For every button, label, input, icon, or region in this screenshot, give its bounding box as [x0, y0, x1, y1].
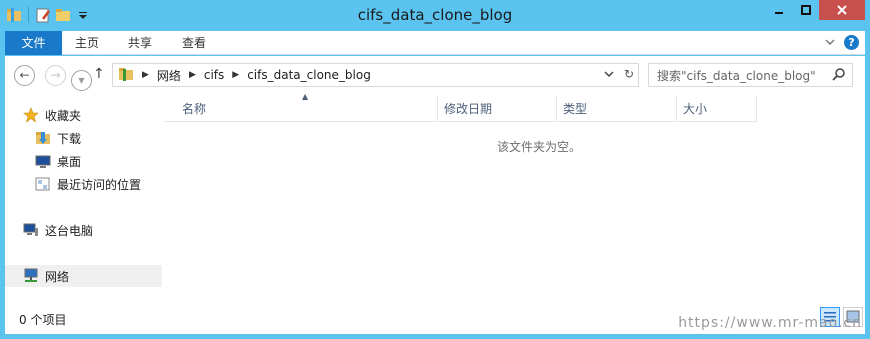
title-bar: cifs_data_clone_blog — [0, 0, 870, 31]
sidebar-item-network[interactable]: 网络 — [5, 265, 162, 287]
sidebar-item-label: 下载 — [57, 131, 82, 146]
watermark: https://www.mr-mao.cn — [678, 315, 862, 331]
network-folder-icon — [118, 66, 134, 85]
tab-home[interactable]: 主页 — [62, 31, 112, 55]
sidebar-item-favorites[interactable]: 收藏夹 — [23, 104, 180, 126]
address-bar[interactable]: ▶ 网络 ▶ cifs ▶ cifs_data_clone_blog ↻ — [112, 63, 639, 87]
sidebar-item-label: 桌面 — [57, 154, 82, 169]
column-headers: 名称 修改日期 类型 大小 — [164, 96, 757, 122]
close-button[interactable] — [819, 0, 865, 20]
star-icon — [23, 107, 41, 123]
explorer-window: cifs_data_clone_blog 文件 主页 共享 查看 ? ← → ▼… — [0, 0, 870, 339]
column-header-date-modified[interactable]: 修改日期 — [438, 96, 557, 122]
breadcrumb-separator-icon[interactable]: ▶ — [232, 70, 239, 80]
computer-icon — [23, 222, 41, 238]
sidebar-item-label: 收藏夹 — [45, 108, 82, 123]
breadcrumb-cifs[interactable]: cifs — [204, 68, 224, 82]
sidebar-item-label: 这台电脑 — [45, 223, 94, 238]
recent-places-icon — [35, 176, 53, 192]
download-folder-icon — [35, 130, 53, 146]
window-controls — [765, 0, 865, 20]
address-dropdown-icon[interactable] — [604, 67, 614, 81]
ribbon-right-controls: ? — [824, 35, 859, 50]
window-title: cifs_data_clone_blog — [357, 6, 513, 24]
refresh-button[interactable]: ↻ — [624, 67, 634, 81]
minimize-button[interactable] — [765, 0, 792, 20]
breadcrumb-separator-icon[interactable]: ▶ — [189, 70, 196, 80]
breadcrumb-current-folder[interactable]: cifs_data_clone_blog — [247, 68, 371, 82]
breadcrumb-separator-icon[interactable]: ▶ — [142, 70, 149, 80]
network-icon — [23, 268, 41, 284]
column-header-name[interactable]: 名称 — [164, 96, 438, 122]
column-header-size[interactable]: 大小 — [677, 96, 757, 122]
tab-file[interactable]: 文件 — [5, 31, 62, 55]
file-list[interactable]: ▲ 名称 修改日期 类型 大小 该文件夹为空。 — [164, 92, 865, 302]
search-icon[interactable] — [832, 67, 846, 84]
desktop-icon — [35, 153, 53, 169]
empty-folder-message: 该文件夹为空。 — [496, 140, 581, 154]
navigation-pane: 收藏夹 下载 桌面 最近访问的位置 这台电脑 网络 — [5, 94, 163, 302]
item-count: 0 个项目 — [19, 313, 67, 327]
ribbon-expand-icon[interactable] — [824, 36, 836, 50]
maximize-button[interactable] — [792, 0, 819, 20]
forward-button[interactable]: → — [45, 65, 66, 86]
column-header-type[interactable]: 类型 — [557, 96, 677, 122]
navigation-bar: ← → ▼ ↑ ▶ 网络 ▶ cifs ▶ cifs_data_clone_bl… — [5, 56, 865, 94]
sidebar-item-label: 最近访问的位置 — [57, 177, 142, 192]
recent-locations-chevron-icon[interactable]: ▼ — [71, 70, 92, 91]
sidebar-item-label: 网络 — [45, 269, 70, 284]
breadcrumb-network[interactable]: 网络 — [157, 67, 181, 84]
search-placeholder: 搜索"cifs_data_clone_blog" — [657, 68, 816, 83]
back-button[interactable]: ← — [14, 65, 35, 86]
close-icon — [837, 5, 847, 15]
search-input[interactable]: 搜索"cifs_data_clone_blog" — [648, 63, 853, 87]
tab-view[interactable]: 查看 — [168, 31, 220, 55]
sidebar-item-this-pc[interactable]: 这台电脑 — [23, 219, 180, 241]
ribbon-tabs: 文件 主页 共享 查看 ? — [5, 31, 865, 55]
address-bar-actions: ↻ — [604, 67, 634, 81]
help-icon[interactable]: ? — [844, 35, 859, 50]
up-button[interactable]: ↑ — [93, 66, 105, 82]
maximize-icon — [800, 5, 811, 15]
minimize-icon — [774, 12, 783, 14]
tab-share[interactable]: 共享 — [114, 31, 166, 55]
